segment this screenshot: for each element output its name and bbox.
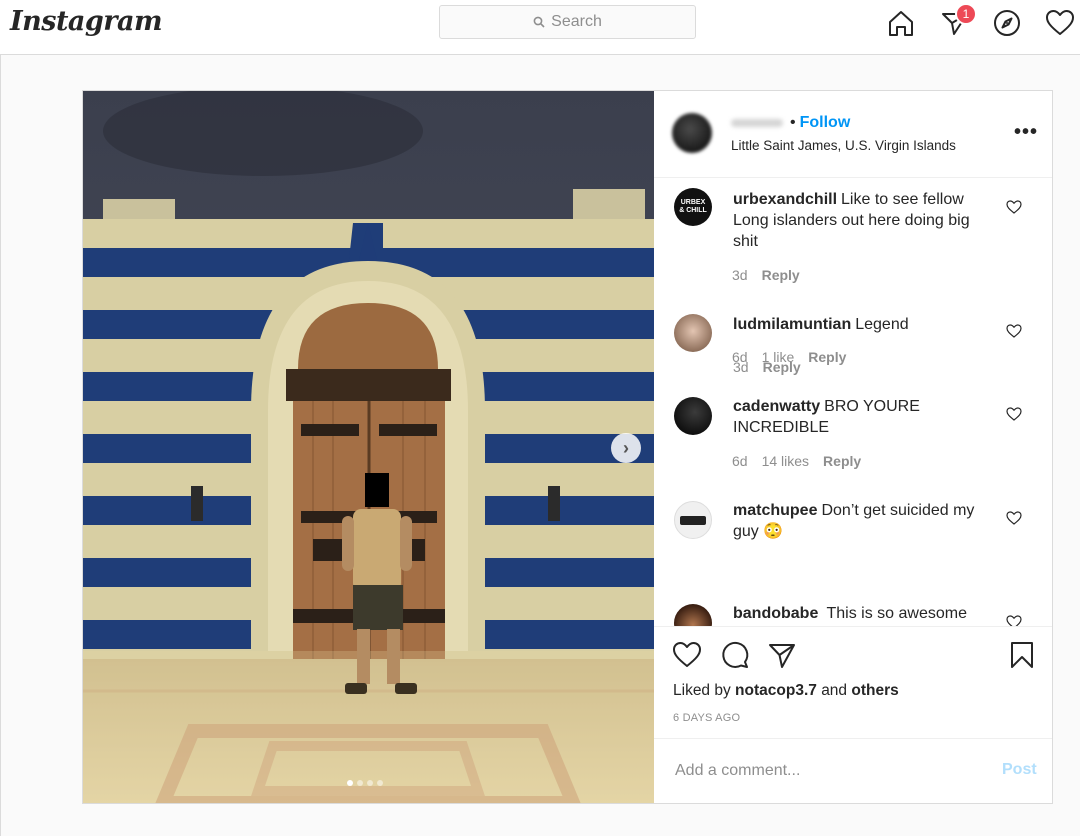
avatar-logo-text: URBEX & CHILL bbox=[679, 199, 707, 214]
liked-by-user[interactable]: notacop3.7 bbox=[735, 682, 817, 699]
like-comment-heart-icon[interactable] bbox=[1006, 199, 1022, 215]
comments-list[interactable]: URBEX & CHILL urbexandchill Like to see f… bbox=[654, 178, 1052, 626]
save-bookmark-icon[interactable] bbox=[1007, 640, 1037, 670]
explore-compass-icon[interactable] bbox=[992, 8, 1022, 38]
liked-by-and: and bbox=[821, 682, 848, 699]
building-photo-image bbox=[83, 91, 654, 803]
comment-meta: 3d Reply bbox=[732, 267, 814, 283]
carousel-dot bbox=[367, 780, 373, 786]
follow-row: • Follow bbox=[790, 114, 850, 132]
like-heart-icon[interactable] bbox=[672, 640, 702, 670]
reply-button[interactable]: Reply bbox=[808, 349, 846, 365]
comment-username[interactable]: ludmilamuntian bbox=[733, 316, 851, 333]
carousel-dot bbox=[377, 780, 383, 786]
comment-age: 3d bbox=[732, 267, 748, 283]
avatar-graphic bbox=[680, 515, 706, 525]
liked-by-others[interactable]: others bbox=[851, 682, 898, 699]
add-comment-bar: Post bbox=[654, 738, 1052, 804]
carousel-next-button[interactable]: › bbox=[611, 433, 641, 463]
comment-meta: 6d 14 likes Reply bbox=[732, 453, 875, 469]
author-avatar[interactable] bbox=[672, 113, 712, 153]
comment-username[interactable]: matchupee bbox=[733, 502, 817, 519]
commenter-avatar[interactable]: URBEX & CHILL bbox=[674, 188, 712, 226]
comment-username[interactable]: cadenwatty bbox=[733, 398, 820, 415]
comment-bubble-icon[interactable] bbox=[720, 640, 750, 670]
share-paper-plane-icon[interactable] bbox=[767, 640, 797, 670]
comment-text: cadenwatty BRO YOURE INCREDIBLE bbox=[733, 396, 993, 438]
comment-text: bandobabe This is so awesome bbox=[733, 603, 993, 624]
reply-button[interactable]: Reply bbox=[762, 267, 800, 283]
comment-like-count[interactable]: 14 likes bbox=[762, 453, 809, 469]
carousel-dot bbox=[357, 780, 363, 786]
comment-text: urbexandchill Like to see fellow Long isl… bbox=[733, 189, 993, 252]
follow-button[interactable]: Follow bbox=[800, 114, 851, 131]
like-comment-heart-icon[interactable] bbox=[1006, 614, 1022, 626]
liked-by-text: Liked by notacop3.7 and others bbox=[673, 682, 899, 700]
post-card: › • Follow Little Saint James, U.S. Virgi… bbox=[82, 90, 1053, 804]
carousel-dot bbox=[347, 780, 353, 786]
post-actions: Liked by notacop3.7 and others 6 DAYS AG… bbox=[654, 626, 1052, 739]
post-header: • Follow Little Saint James, U.S. Virgin … bbox=[654, 91, 1052, 178]
comment-message: Legend bbox=[855, 316, 909, 333]
commenter-avatar[interactable] bbox=[674, 314, 712, 352]
author-username-redacted[interactable] bbox=[731, 119, 783, 127]
more-options-icon[interactable]: ••• bbox=[1014, 121, 1038, 144]
comment-age: 6d bbox=[732, 453, 748, 469]
post-location[interactable]: Little Saint James, U.S. Virgin Islands bbox=[731, 138, 956, 153]
like-comment-heart-icon[interactable] bbox=[1006, 406, 1022, 422]
window-edge bbox=[0, 54, 1, 836]
search-icon bbox=[533, 16, 545, 28]
search-box[interactable]: Search bbox=[439, 5, 696, 39]
comment-text: ludmilamuntian Legend bbox=[733, 314, 993, 335]
commenter-avatar[interactable] bbox=[674, 604, 712, 626]
post-comment-button[interactable]: Post bbox=[1002, 761, 1037, 779]
activity-heart-icon[interactable] bbox=[1045, 8, 1075, 38]
like-comment-heart-icon[interactable] bbox=[1006, 323, 1022, 339]
post-sidebar: • Follow Little Saint James, U.S. Virgin … bbox=[654, 91, 1052, 803]
comment-age: 6d bbox=[732, 349, 748, 365]
add-comment-input[interactable] bbox=[673, 757, 977, 785]
commenter-avatar[interactable] bbox=[674, 397, 712, 435]
reply-button[interactable]: Reply bbox=[823, 453, 861, 469]
follow-separator: • bbox=[790, 114, 796, 131]
post-photo[interactable]: › bbox=[83, 91, 654, 803]
notification-badge: 1 bbox=[955, 3, 977, 25]
instagram-logo[interactable]: Instagram bbox=[10, 6, 163, 37]
comment-message: This is so awesome bbox=[826, 605, 968, 622]
comment-like-count[interactable]: 1 like bbox=[762, 349, 795, 365]
comment-meta: 6d 1 like Reply bbox=[732, 349, 860, 365]
comment-username[interactable]: urbexandchill bbox=[733, 191, 837, 208]
like-comment-heart-icon[interactable] bbox=[1006, 510, 1022, 526]
top-nav: Instagram Search 1 bbox=[0, 0, 1080, 55]
search-placeholder: Search bbox=[551, 13, 602, 30]
comment-username[interactable]: bandobabe bbox=[733, 605, 818, 622]
commenter-avatar[interactable] bbox=[674, 501, 712, 539]
home-icon[interactable] bbox=[886, 8, 916, 38]
carousel-indicator bbox=[347, 780, 383, 786]
comment-text: matchupee Don’t get suicided my guy 😳 bbox=[733, 500, 993, 542]
post-timestamp[interactable]: 6 DAYS AGO bbox=[673, 712, 740, 724]
liked-by-prefix: Liked by bbox=[673, 682, 731, 699]
